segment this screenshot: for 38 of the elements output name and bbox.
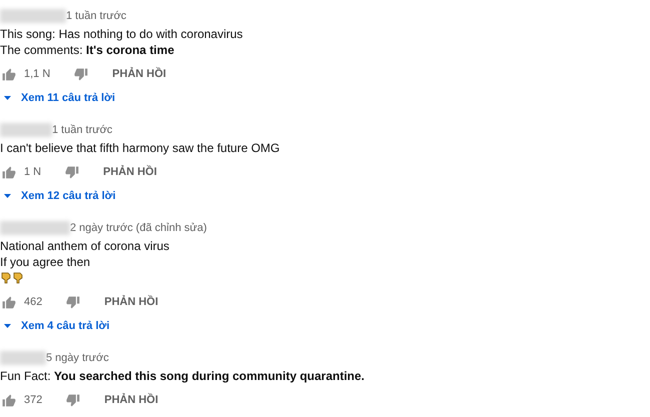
comment-text: If you agree then xyxy=(0,254,92,270)
pointing-down-hand-icon xyxy=(0,272,12,284)
thumbs-down-icon[interactable] xyxy=(66,394,80,406)
thumbs-down-icon[interactable] xyxy=(74,68,88,80)
view-replies-link[interactable]: Xem 11 câu trả lời xyxy=(0,90,116,106)
thumbs-up-icon[interactable] xyxy=(2,296,16,308)
caret-down-icon xyxy=(4,96,11,100)
view-replies-link[interactable]: Xem 4 câu trả lời xyxy=(0,318,110,334)
caret-down-icon xyxy=(4,324,11,328)
reply-button[interactable]: PHẢN HỒI xyxy=(104,294,158,310)
comment-time: 2 ngày trước (đã chỉnh sửa) xyxy=(70,220,207,236)
thumbs-up-icon[interactable] xyxy=(2,68,16,80)
blurred-username xyxy=(0,123,52,137)
comment-time: 1 tuần trước xyxy=(52,122,112,138)
comment-text: Fun Fact: You searched this song during community quarantine. xyxy=(0,368,366,384)
thumbs-up-icon[interactable] xyxy=(2,394,16,406)
thumbs-up-icon[interactable] xyxy=(2,166,16,178)
comment-text: National anthem of corona virus xyxy=(0,238,170,254)
view-replies-link[interactable]: Xem 12 câu trả lời xyxy=(0,188,116,204)
reply-button[interactable]: PHẢN HỒI xyxy=(112,66,166,82)
pointing-down-hand-icon xyxy=(12,272,24,284)
reply-button[interactable]: PHẢN HỒI xyxy=(103,164,157,180)
reply-button[interactable]: PHẢN HỒI xyxy=(104,392,158,408)
like-count: 1 N xyxy=(24,164,42,180)
comment-text: The comments: It's corona time xyxy=(0,42,176,58)
like-count: 462 xyxy=(24,294,42,310)
comment-time: 1 tuần trước xyxy=(66,8,126,24)
blurred-username xyxy=(0,9,66,23)
comment-time: 5 ngày trước xyxy=(46,350,109,366)
like-count: 1,1 N xyxy=(24,66,50,82)
like-count: 372 xyxy=(24,392,42,408)
blurred-username xyxy=(0,221,70,235)
thumbs-down-icon[interactable] xyxy=(65,166,80,178)
comment-text: I can't believe that fifth harmony saw the future OMG xyxy=(0,140,281,156)
comment-text: This song: Has nothing to do with coronavirus xyxy=(0,26,244,42)
caret-down-icon xyxy=(4,194,11,198)
thumbs-down-icon[interactable] xyxy=(66,296,80,308)
blurred-username xyxy=(0,351,46,365)
